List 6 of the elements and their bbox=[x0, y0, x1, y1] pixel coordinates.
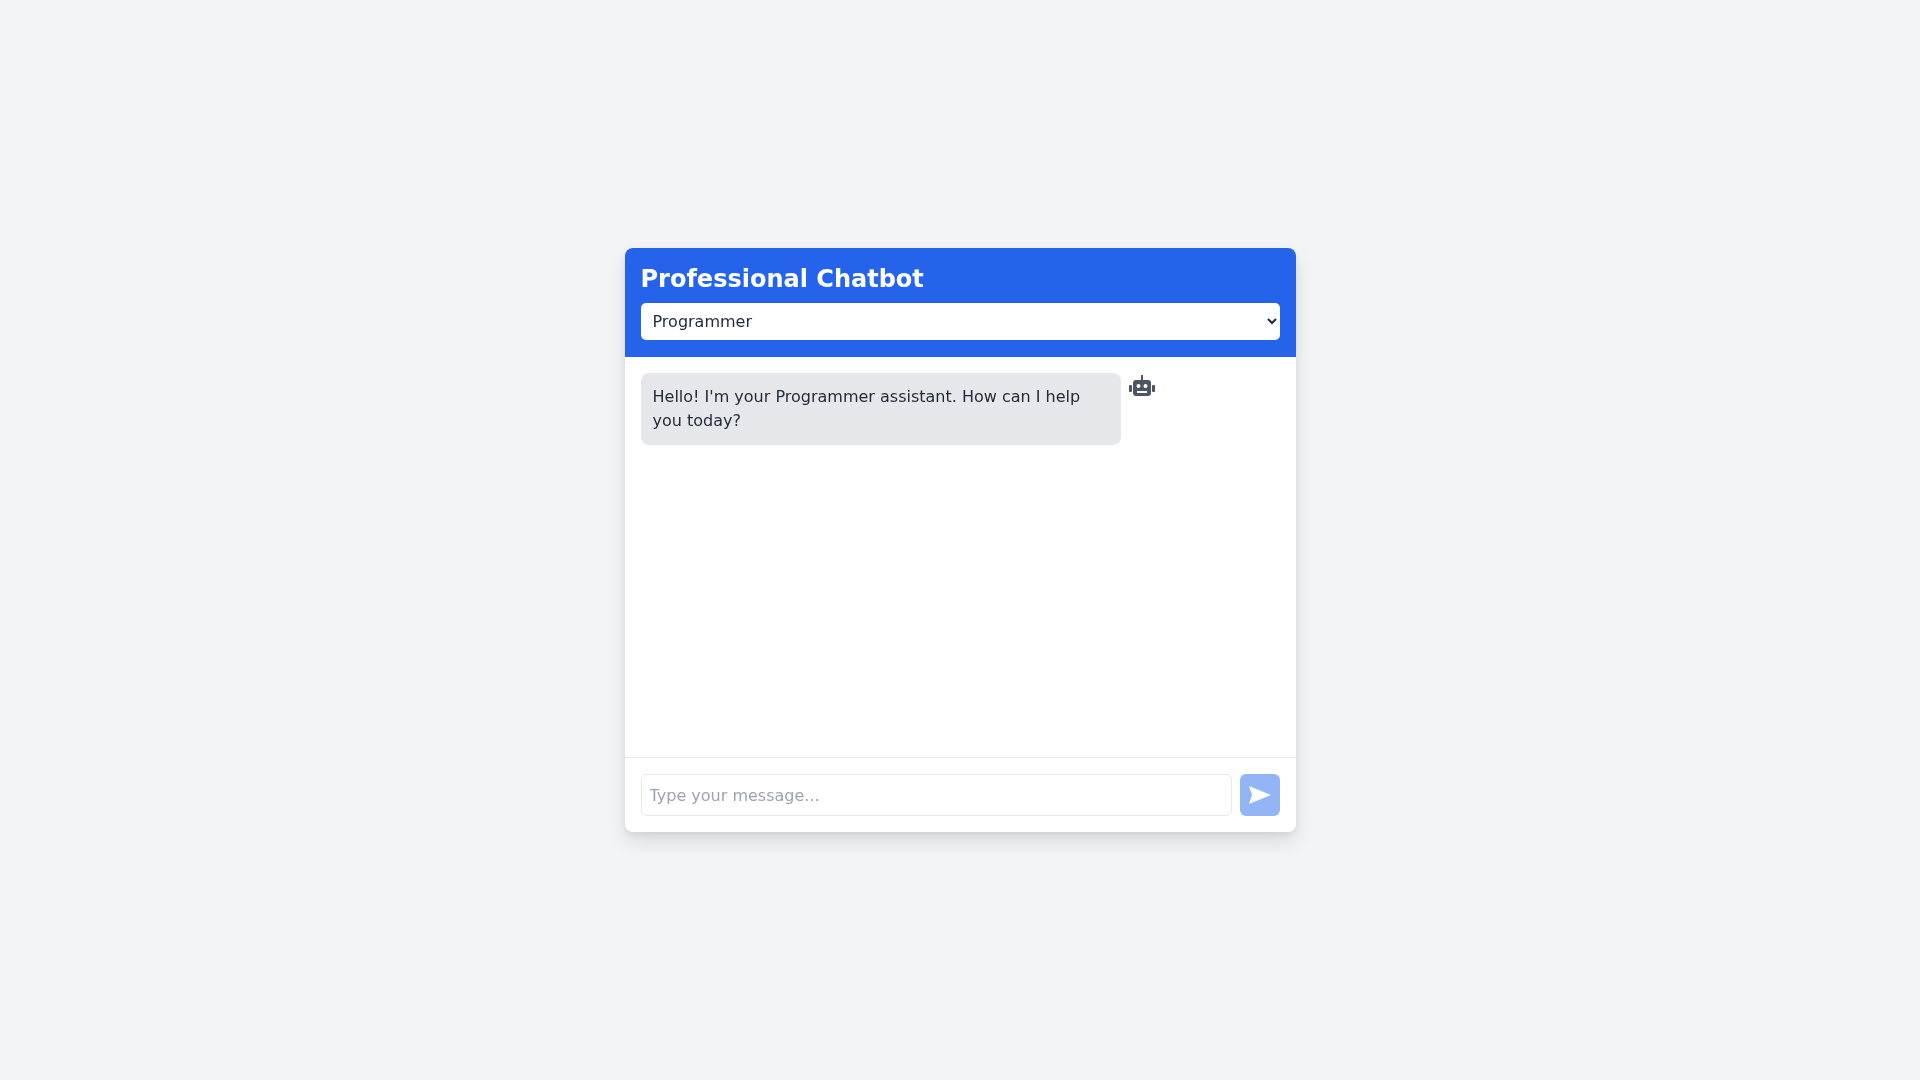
role-dropdown[interactable]: Programmer bbox=[640, 303, 1280, 340]
message-bubble: Hello! I'm your Programmer assistant. How can I help you today? bbox=[640, 373, 1121, 445]
chat-title: Professional Chatbot bbox=[640, 264, 925, 295]
robot-icon bbox=[1128, 375, 1155, 399]
send-icon bbox=[1248, 786, 1271, 804]
message-input[interactable]: Type your message... bbox=[640, 774, 1232, 816]
